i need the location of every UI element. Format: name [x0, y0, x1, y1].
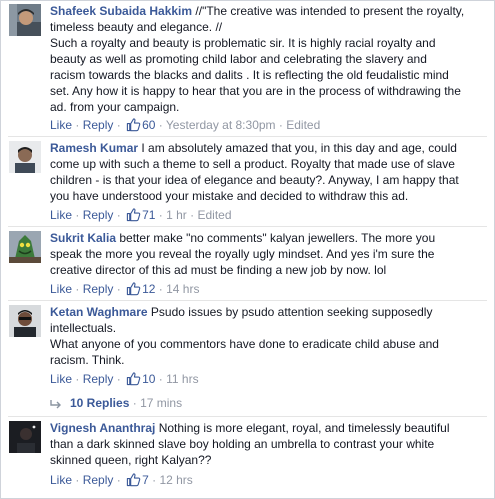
divider [8, 300, 487, 301]
comment-text: racism. Think. [50, 353, 125, 367]
replies-timestamp[interactable]: 17 mins [140, 396, 182, 410]
like-count[interactable]: 71 [142, 208, 155, 222]
like-link[interactable]: Like [50, 118, 72, 132]
view-replies[interactable]: 10 Replies · 17 mins [50, 395, 182, 411]
comment-text: What anyone of you commentors have done … [50, 337, 439, 351]
thumbs-up-icon[interactable] [126, 117, 141, 132]
comment-text: timeless beauty and elegance. // [50, 20, 223, 34]
avatar[interactable] [9, 141, 41, 173]
reply-link[interactable]: Reply [83, 473, 114, 487]
comment-text: speak the more you reveal the royally ug… [50, 247, 435, 261]
comment-text: //"The creative was intended to present … [195, 4, 465, 18]
reply-link[interactable]: Reply [83, 118, 114, 132]
comment-text: Nothing is more elegant, royal, and time… [158, 421, 450, 435]
comment-text: children - is that your idea of elegance… [50, 173, 459, 187]
divider [8, 226, 487, 227]
edited-label[interactable]: Edited [286, 118, 320, 132]
comment-text: racism towards the blacks and dalits . I… [50, 68, 449, 82]
comment-timestamp[interactable]: 11 hrs [166, 372, 198, 386]
thumbs-up-icon[interactable] [126, 281, 141, 296]
thumbs-up-icon[interactable] [126, 472, 141, 487]
comment-text: better make "no comments" kalyan jewelle… [119, 231, 436, 245]
comment-text: creative director of this ad must be fin… [50, 263, 387, 277]
comment-text: set. Any how it is happy to hear that yo… [50, 84, 461, 98]
comment-author[interactable]: Ramesh Kumar [50, 141, 138, 155]
like-link[interactable]: Like [50, 473, 72, 487]
comment-timestamp[interactable]: 12 hrs [159, 473, 192, 487]
avatar[interactable] [9, 231, 41, 263]
comment-text: than a dark skinned slave boy holding an… [50, 437, 435, 451]
reply-link[interactable]: Reply [83, 208, 114, 222]
comment-timestamp[interactable]: 1 hr [166, 208, 187, 222]
comment-timestamp[interactable]: 14 hrs [166, 282, 199, 296]
like-count[interactable]: 10 [142, 372, 155, 386]
comment-text: come up with such a theme to sell a prod… [50, 157, 455, 171]
comment-author[interactable]: Vignesh Ananthraj [50, 421, 155, 435]
thumbs-up-icon[interactable] [126, 207, 141, 222]
avatar[interactable] [9, 305, 41, 337]
reply-arrow-icon [50, 400, 61, 409]
comment-text: beauty as well as promoting child labor … [50, 52, 427, 66]
avatar[interactable] [9, 421, 41, 453]
avatar[interactable] [9, 4, 41, 36]
edited-label[interactable]: Edited [198, 208, 232, 222]
like-link[interactable]: Like [50, 208, 72, 222]
like-link[interactable]: Like [50, 282, 72, 296]
divider [8, 416, 487, 417]
comment-text: you have understood your mistake and dec… [50, 189, 409, 203]
comment-text: skinned queen, right Kalyan?? [50, 453, 212, 467]
like-count[interactable]: 12 [142, 282, 155, 296]
comment-text: Such a royalty and beauty is problematic… [50, 36, 436, 50]
comment-author[interactable]: Sukrit Kalia [50, 231, 116, 245]
comment-text: I am absolutely amazed that you, in this… [141, 141, 457, 155]
reply-link[interactable]: Reply [83, 372, 114, 386]
reply-link[interactable]: Reply [83, 282, 114, 296]
divider [8, 136, 487, 137]
comment-text: ad. from your campaign. [50, 100, 180, 114]
like-count[interactable]: 7 [142, 473, 149, 487]
like-count[interactable]: 60 [142, 118, 155, 132]
comment-text: intellectuals. [50, 321, 117, 335]
comment-text: Psudo issues by psudo attention seeking … [150, 305, 433, 319]
thumbs-up-icon[interactable] [126, 371, 141, 386]
comment-timestamp[interactable]: Yesterday at 8:30pm [166, 118, 276, 132]
comment-author[interactable]: Ketan Waghmare [50, 305, 148, 319]
comment-author[interactable]: Shafeek Subaida Hakkim [50, 4, 192, 18]
like-link[interactable]: Like [50, 372, 72, 386]
replies-count-link[interactable]: 10 Replies [70, 396, 129, 410]
